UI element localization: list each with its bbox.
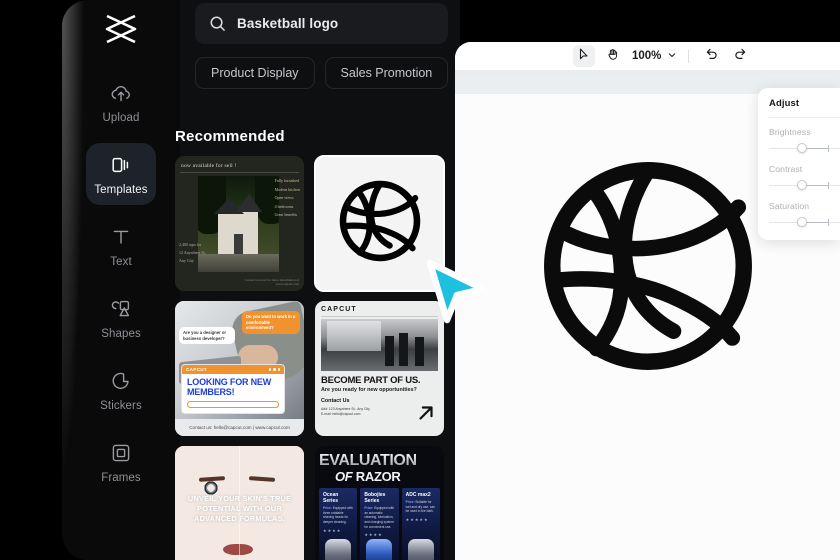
office-photo [321, 319, 438, 371]
basketball-icon [336, 177, 424, 270]
card-headline: UNVEIL YOUR SKIN'S TRUE POTENTIAL WITH O… [187, 494, 292, 524]
hand-pan-icon [606, 47, 620, 66]
zoom-level-value: 100% [632, 50, 662, 62]
card-headline: now available for sell ! [181, 163, 237, 169]
sidebar-item-upload[interactable]: Upload [86, 71, 156, 133]
saturation-control: Saturation [769, 201, 840, 227]
card-subhead: Are you ready for new opportunities? [321, 387, 417, 393]
card-brand: CAPCUT [321, 306, 357, 313]
sidebar-item-label: Templates [94, 183, 148, 196]
brightness-control: Brightness [769, 127, 840, 153]
sidebar-item-stickers[interactable]: Stickers [86, 359, 156, 421]
sidebar-item-label: Upload [102, 111, 140, 124]
basketball-logo-artwork[interactable] [534, 152, 762, 385]
card-brand: CAPCUT [186, 367, 207, 373]
speech-bubble-right: Do you want to work in a comfortable env… [242, 311, 300, 335]
cta-pill [187, 401, 279, 408]
template-card-razor-evaluation[interactable]: EVALUATION OF RAZOR Ocean Series Price: … [315, 446, 444, 560]
search-input[interactable]: Basketball logo [195, 3, 448, 44]
redo-button[interactable] [729, 45, 751, 67]
template-card-skincare[interactable]: UNVEIL YOUR SKIN'S TRUE POTENTIAL WITH O… [175, 446, 304, 560]
editor-surface: 100% Adjust Brightness Contrast Saturati… [455, 42, 840, 560]
contrast-label: Contrast [769, 164, 803, 174]
product-column: Bobojies Series Price: Equipped with an … [360, 488, 399, 560]
filter-chip-row: Product Display Sales Promotion [195, 56, 460, 89]
filter-chip-sales-promotion[interactable]: Sales Promotion [324, 56, 449, 89]
product-columns: Ocean Series Price: Equipped with three … [319, 488, 440, 560]
contrast-control: Contrast [769, 164, 840, 190]
toolbar-divider [688, 49, 690, 63]
card-headline: LOOKING FOR NEW MEMBERS! [187, 377, 271, 397]
zoom-level-dropdown[interactable]: 100% [632, 47, 677, 65]
window-dots-icon [268, 368, 280, 371]
sidebar-item-frames[interactable]: Frames [86, 431, 156, 493]
sticker-icon [109, 369, 133, 393]
frame-icon [109, 441, 133, 465]
capcut-logo-icon[interactable] [98, 9, 144, 49]
sidebar-item-text[interactable]: Text [86, 215, 156, 277]
shapes-icon [109, 297, 133, 321]
section-title-recommended: Recommended [175, 128, 285, 145]
adjust-panel: Adjust Brightness Contrast Saturation [758, 88, 840, 240]
arrow-up-right-icon [415, 402, 437, 429]
search-icon [209, 15, 226, 32]
speech-bubble-left: Are you a designer or business developer… [179, 327, 235, 345]
spec-list: 2,400 sqm lot 12 Anywhere St. Any City [179, 242, 206, 263]
redo-icon [733, 46, 748, 66]
template-card-basketball-logo[interactable] [314, 155, 445, 292]
product-column: Ocean Series Price: Equipped with three … [319, 488, 358, 560]
left-nav-rail: Upload Templates Text Shapes Stickers Fr… [62, 0, 180, 560]
editor-toolbar: 100% [455, 42, 840, 70]
brightness-label: Brightness [769, 127, 811, 137]
divider [321, 316, 438, 317]
sidebar-item-label: Stickers [100, 399, 142, 412]
cursor-select-icon [577, 47, 591, 66]
card-title-line2: OF RAZOR [335, 469, 401, 484]
card-window: CAPCUT LOOKING FOR NEW MEMBERS! [181, 364, 285, 414]
sidebar-item-label: Shapes [101, 327, 141, 340]
contact-details: Add: 123 Anywhere St., Any City E-mail: … [321, 407, 370, 417]
card-headline: BECOME PART OF US. [321, 375, 421, 386]
template-card-real-estate[interactable]: now available for sell ! Fully furnished… [175, 156, 304, 291]
card-footer: Contact us now for more information at w… [245, 278, 299, 286]
chevron-down-icon [667, 47, 677, 65]
brightness-slider[interactable] [769, 143, 840, 153]
divider [769, 117, 840, 118]
sidebar-item-shapes[interactable]: Shapes [86, 287, 156, 349]
templates-icon [109, 153, 133, 177]
sidebar-item-label: Frames [101, 471, 141, 484]
select-tool-button[interactable] [573, 45, 595, 67]
divider [180, 172, 299, 173]
saturation-label: Saturation [769, 201, 810, 211]
template-card-hiring[interactable]: Do you want to work in a comfortable env… [175, 301, 304, 436]
template-card-recruitment[interactable]: CAPCUT BECOME PART OF US. Are you ready … [315, 301, 444, 436]
card-title-line1: EVALUATION [319, 452, 417, 469]
search-query-text: Basketball logo [237, 16, 339, 31]
filter-chip-product-display[interactable]: Product Display [195, 56, 315, 89]
upload-cloud-icon [109, 81, 133, 105]
product-column: ADC max2 Price: Suitable for wet and dry… [401, 488, 440, 560]
undo-icon [704, 46, 719, 66]
sidebar-item-label: Text [110, 255, 132, 268]
app-root: Upload Templates Text Shapes Stickers Fr… [0, 0, 840, 560]
contact-label: Contact Us [321, 398, 350, 404]
sidebar-item-templates[interactable]: Templates [86, 143, 156, 205]
card-footer: Contact us: hello@capcut.com | www.capcu… [175, 419, 304, 436]
template-grid: now available for sell ! Fully furnished… [175, 155, 460, 560]
house-photo [198, 176, 279, 272]
contrast-slider[interactable] [769, 180, 840, 190]
undo-button[interactable] [700, 45, 722, 67]
hand-tool-button[interactable] [602, 45, 624, 67]
text-t-icon [109, 225, 133, 249]
adjust-panel-title: Adjust [769, 98, 800, 109]
feature-list: Fully furnished Modern kitchen Open view… [274, 178, 300, 217]
saturation-slider[interactable] [769, 217, 840, 227]
